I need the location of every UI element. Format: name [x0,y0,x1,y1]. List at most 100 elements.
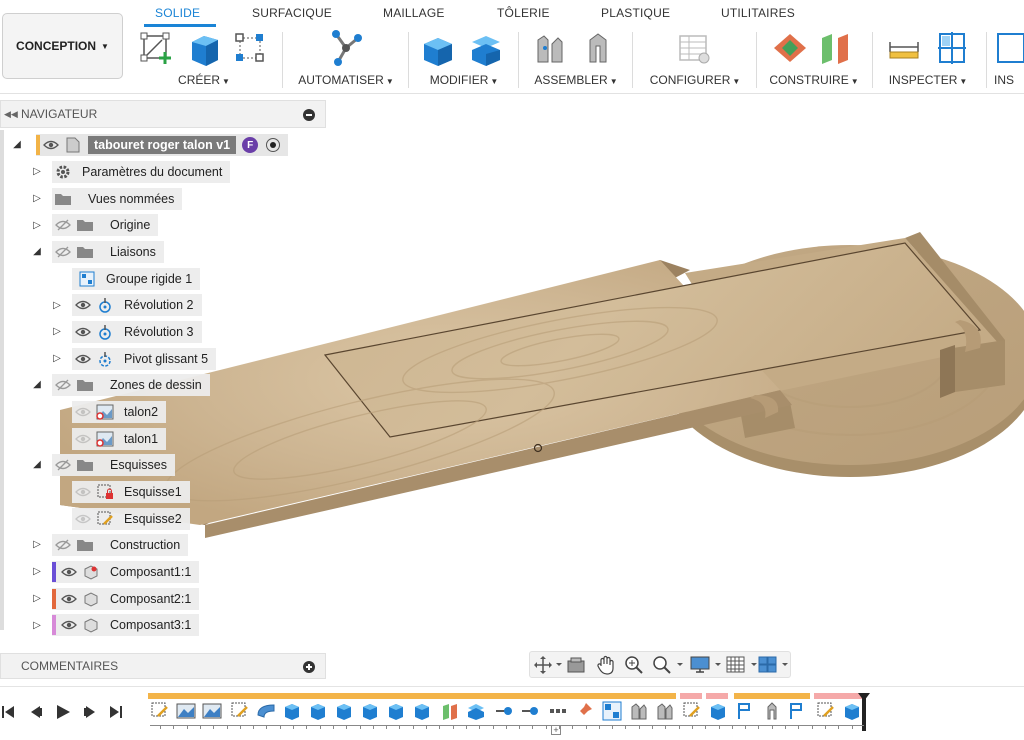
grid-icon[interactable] [726,655,760,675]
timeline-pin-icon[interactable] [574,701,594,721]
tree-root[interactable]: tabouret roger talon v1 F [36,134,289,156]
joint-icon[interactable] [532,30,568,66]
configure-table-icon[interactable] [676,30,712,66]
previous-icon[interactable] [26,703,44,721]
zoom-icon[interactable] [624,655,644,675]
timeline-move-icon[interactable] [520,701,540,721]
timeline-shell-icon[interactable] [466,701,486,721]
eye-icon[interactable] [72,428,94,450]
timeline-extrude-icon[interactable] [842,701,862,721]
timeline-canvas-icon[interactable] [202,701,222,721]
look-at-icon[interactable] [566,655,586,675]
collapse-arrow-icon[interactable]: ◢ [32,379,42,391]
group-configure-label[interactable]: CONFIGURER [650,73,731,87]
timeline-extrude-icon[interactable] [412,701,432,721]
extrude-icon[interactable] [186,30,222,66]
insert-icon[interactable] [994,30,1024,66]
tree-item-joints[interactable]: Liaisons [52,241,164,263]
group-insert-label[interactable]: INS [994,73,1014,87]
eye-hidden-icon[interactable] [52,241,74,263]
timeline-pattern-icon[interactable] [548,701,568,721]
measure-icon[interactable] [886,30,922,66]
automate-icon[interactable] [328,30,364,66]
timeline-sketch-icon[interactable] [682,701,702,721]
tab-sheet-metal[interactable]: TÔLERIE [497,6,550,20]
eye-hidden-icon[interactable] [52,534,74,556]
eye-icon[interactable] [72,481,94,503]
tree-item-sketch-1[interactable]: Esquisse1 [72,481,190,503]
pan-icon[interactable] [596,655,616,675]
comments-panel-header[interactable]: COMMENTAIRES [0,653,326,679]
fit-icon[interactable] [652,655,686,675]
viewports-icon[interactable] [758,655,792,675]
navigator-scrollbar[interactable] [0,130,4,630]
tree-item-construction[interactable]: Construction [52,534,189,556]
timeline-extrude-icon[interactable] [282,701,302,721]
expand-arrow-icon[interactable]: ▷ [32,220,42,232]
expand-arrow-icon[interactable]: ▷ [32,620,42,632]
eye-icon[interactable] [40,134,62,156]
eye-icon[interactable] [72,508,94,530]
expand-arrow-icon[interactable]: ▷ [52,300,62,312]
eye-icon[interactable] [72,348,94,370]
timeline-split-icon[interactable] [788,701,808,721]
chevron-down-icon[interactable]: ▼ [386,77,394,86]
tree-item-document-params[interactable]: Paramètres du document [52,161,231,183]
group-inspect-label[interactable]: INSPECTER [889,73,958,87]
tree-item-rigid-group[interactable]: Groupe rigide 1 [72,268,201,290]
chevron-down-icon[interactable]: ▼ [851,77,859,86]
timeline-split-icon[interactable] [736,701,756,721]
timeline-extrude-icon[interactable] [386,701,406,721]
eye-icon[interactable] [72,294,94,316]
tree-item-cylindrical-5[interactable]: Pivot glissant 5 [72,348,217,370]
timeline-extrude-icon[interactable] [708,701,728,721]
tree-item-canvas-talon1[interactable]: talon1 [72,428,167,450]
timeline-joint-icon[interactable] [628,701,648,721]
timeline-extrude-icon[interactable] [334,701,354,721]
tree-item-sketch-2[interactable]: Esquisse2 [72,508,190,530]
add-comment-icon[interactable] [303,661,315,673]
next-icon[interactable] [82,703,100,721]
tree-item-revolute-2[interactable]: Révolution 2 [72,294,202,316]
eye-hidden-icon[interactable] [52,374,74,396]
group-construct-label[interactable]: CONSTRUIRE [769,73,848,87]
group-automate-label[interactable]: AUTOMATISER [298,73,384,87]
group-modify-label[interactable]: MODIFIER [430,73,489,87]
press-pull-icon[interactable] [420,30,456,66]
tree-item-component-1[interactable]: Composant1:1 [52,561,200,583]
tree-item-component-3[interactable]: Composant3:1 [52,614,200,636]
tree-item-canvases[interactable]: Zones de dessin [52,374,210,396]
timeline-rigid-group-icon[interactable] [602,701,622,721]
eye-hidden-icon[interactable] [52,214,74,236]
play-icon[interactable] [54,703,72,721]
last-icon[interactable] [108,703,124,721]
expand-arrow-icon[interactable]: ▷ [32,166,42,178]
as-built-joint-icon[interactable] [580,30,616,66]
expand-arrow-icon[interactable]: ▷ [32,539,42,551]
timeline-canvas-icon[interactable] [176,701,196,721]
eye-icon[interactable] [58,588,80,610]
workspace-switcher[interactable]: CONCEPTION ▼ [2,13,123,79]
tab-plastic[interactable]: PLASTIQUE [601,6,670,20]
orbit-icon[interactable] [534,655,562,675]
timeline-marker-head[interactable] [858,693,870,701]
collapse-arrow-icon[interactable]: ◢ [32,246,42,258]
timeline-sketch-icon[interactable] [816,701,836,721]
timeline-joint-icon[interactable] [654,701,674,721]
activate-radio-icon[interactable] [266,138,281,152]
collapse-arrow-icon[interactable]: ◢ [32,459,42,471]
tab-utilities[interactable]: UTILITAIRES [721,6,795,20]
timeline-fillet-icon[interactable] [256,701,276,721]
timeline-extrude-icon[interactable] [308,701,328,721]
tree-item-named-views[interactable]: Vues nommées [52,188,183,210]
navigator-header[interactable]: ◀◀ NAVIGATEUR [0,100,326,128]
chevron-down-icon[interactable]: ▼ [610,77,618,86]
create-sketch-icon[interactable] [138,30,174,66]
eye-icon[interactable] [58,561,80,583]
collapse-panel-icon[interactable]: ◀◀ [4,109,18,120]
display-settings-icon[interactable] [690,655,724,675]
timeline-sketch-icon[interactable] [150,701,170,721]
chevron-down-icon[interactable]: ▼ [959,77,967,86]
timeline-extrude-icon[interactable] [360,701,380,721]
expand-arrow-icon[interactable]: ▷ [32,193,42,205]
